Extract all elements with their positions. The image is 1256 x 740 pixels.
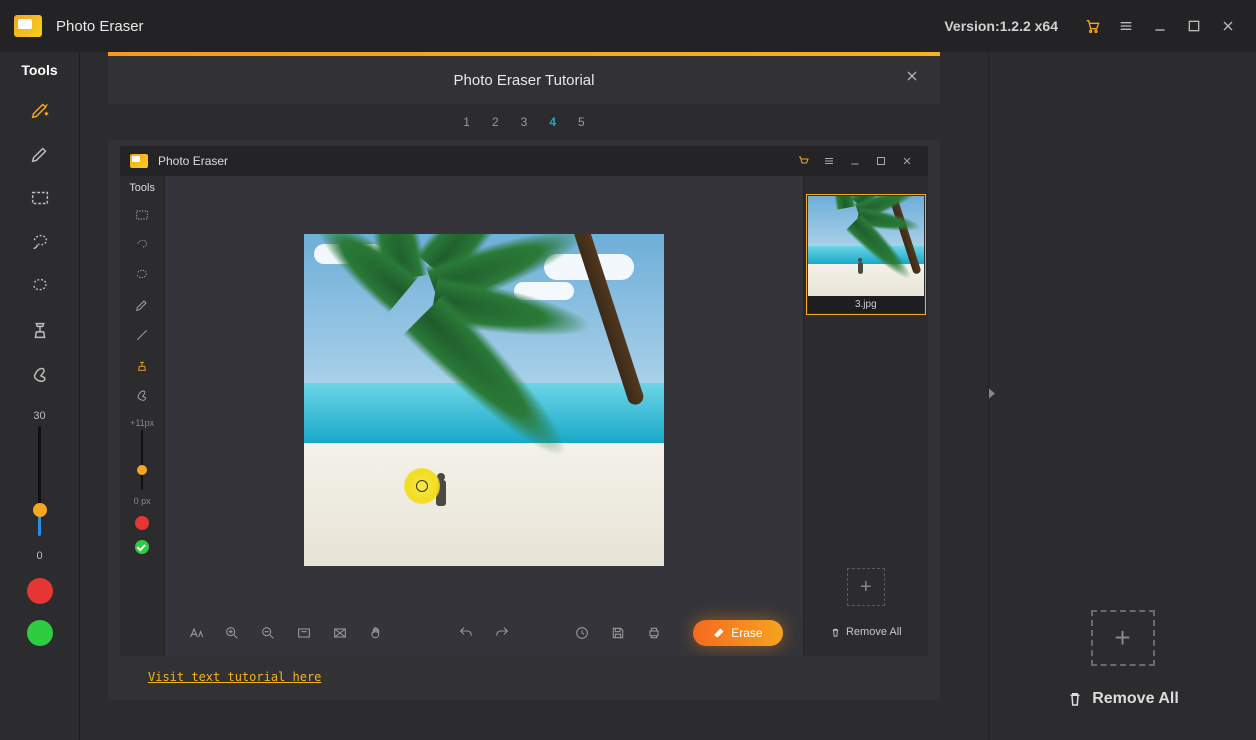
modal-title: Photo Eraser Tutorial <box>454 72 595 89</box>
center-area: Photo Eraser Tutorial 1 2 3 4 5 Photo Er… <box>80 52 988 740</box>
step-4[interactable]: 4 <box>549 115 556 129</box>
history-icon[interactable] <box>571 622 593 644</box>
inner-line-tool-icon[interactable] <box>131 324 153 346</box>
inner-canvas-area: Erase <box>165 176 802 656</box>
remove-all-button[interactable]: Remove All <box>1066 690 1179 708</box>
close-icon[interactable] <box>1214 12 1242 40</box>
inner-close-icon[interactable] <box>896 150 918 172</box>
inner-remove-all-label: Remove All <box>846 626 902 638</box>
inner-smudge-tool-icon[interactable] <box>131 384 153 406</box>
smudge-tool-icon[interactable] <box>22 356 58 392</box>
canvas-image[interactable] <box>304 234 664 566</box>
cursor-highlight-icon <box>404 468 440 504</box>
right-panel: + Remove All <box>988 52 1256 740</box>
text-size-icon[interactable] <box>185 622 207 644</box>
erase-button-label: Erase <box>731 626 762 640</box>
pencil-plus-tool-icon[interactable] <box>22 92 58 128</box>
add-image-button[interactable]: + <box>1091 610 1155 666</box>
inner-green-dot[interactable] <box>135 540 149 554</box>
minimize-icon[interactable] <box>1146 12 1174 40</box>
lasso-tool-icon[interactable] <box>22 224 58 260</box>
modal-header: Photo Eraser Tutorial <box>108 56 940 104</box>
thumbnail[interactable]: 3.jpg <box>806 194 926 315</box>
inner-stamp-tool-icon[interactable] <box>131 354 153 376</box>
titlebar: Photo Eraser Version:1.2.2 x64 <box>0 0 1256 52</box>
undo-icon[interactable] <box>455 622 477 644</box>
expand-panel-icon[interactable] <box>987 387 997 406</box>
inner-tools-title: Tools <box>129 182 155 194</box>
actual-size-icon[interactable] <box>329 622 351 644</box>
inner-right-panel: 3.jpg + Remove All <box>803 176 928 656</box>
inner-maximize-icon[interactable] <box>870 150 892 172</box>
tools-title: Tools <box>21 62 57 78</box>
erase-button[interactable]: Erase <box>693 620 782 646</box>
zoom-out-icon[interactable] <box>257 622 279 644</box>
pencil-tool-icon[interactable] <box>22 136 58 172</box>
mask-green-dot[interactable] <box>27 620 53 646</box>
inner-titlebar: Photo Eraser <box>120 146 928 176</box>
inner-cart-icon[interactable] <box>792 150 814 172</box>
inner-add-image-button[interactable]: + <box>847 568 885 606</box>
inner-bottom-toolbar: Erase <box>165 610 802 656</box>
step-3[interactable]: 3 <box>521 115 528 129</box>
maximize-icon[interactable] <box>1180 12 1208 40</box>
inner-menu-icon[interactable] <box>818 150 840 172</box>
cart-icon[interactable] <box>1078 12 1106 40</box>
inner-rectangle-tool-icon[interactable] <box>131 204 153 226</box>
app-logo-icon <box>14 15 42 37</box>
remove-all-label: Remove All <box>1092 690 1179 708</box>
mask-red-dot[interactable] <box>27 578 53 604</box>
brush-size-min-label: 0 <box>36 550 42 562</box>
app-title: Photo Eraser <box>56 18 144 35</box>
inner-size-slider[interactable] <box>134 430 150 490</box>
save-icon[interactable] <box>607 622 629 644</box>
inner-size-min: 0 px <box>134 496 151 506</box>
inner-logo-icon <box>130 154 148 168</box>
tools-sidebar: Tools 30 0 <box>0 52 80 740</box>
inner-tools-sidebar: Tools +11px 0 px <box>120 176 165 656</box>
step-2[interactable]: 2 <box>492 115 499 129</box>
version-label: Version:1.2.2 x64 <box>944 18 1058 34</box>
tutorial-inner-window: Photo Eraser Tools <box>120 146 928 656</box>
rectangle-select-tool-icon[interactable] <box>22 180 58 216</box>
step-1[interactable]: 1 <box>463 115 470 129</box>
inner-size-max: +11px <box>130 418 154 428</box>
modal-close-icon[interactable] <box>904 68 926 90</box>
hand-pan-icon[interactable] <box>365 622 387 644</box>
fit-screen-icon[interactable] <box>293 622 315 644</box>
step-5[interactable]: 5 <box>578 115 585 129</box>
tutorial-modal: Photo Eraser Tutorial 1 2 3 4 5 Photo Er… <box>108 56 940 700</box>
inner-freehand-tool-icon[interactable] <box>131 264 153 286</box>
inner-minimize-icon[interactable] <box>844 150 866 172</box>
clone-stamp-tool-icon[interactable] <box>22 312 58 348</box>
tutorial-steps: 1 2 3 4 5 <box>108 104 940 140</box>
inner-remove-all-button[interactable]: Remove All <box>830 626 902 638</box>
inner-red-dot[interactable] <box>135 516 149 530</box>
zoom-in-icon[interactable] <box>221 622 243 644</box>
brush-size-slider[interactable] <box>30 426 50 536</box>
inner-lasso-tool-icon[interactable] <box>131 234 153 256</box>
tutorial-text-link[interactable]: Visit text tutorial here <box>148 670 928 684</box>
brush-size-max-label: 30 <box>33 410 45 422</box>
inner-pencil-tool-icon[interactable] <box>131 294 153 316</box>
menu-icon[interactable] <box>1112 12 1140 40</box>
inner-app-title: Photo Eraser <box>158 154 228 168</box>
thumbnail-label: 3.jpg <box>808 296 924 313</box>
redo-icon[interactable] <box>491 622 513 644</box>
freehand-select-tool-icon[interactable] <box>22 268 58 304</box>
print-icon[interactable] <box>643 622 665 644</box>
